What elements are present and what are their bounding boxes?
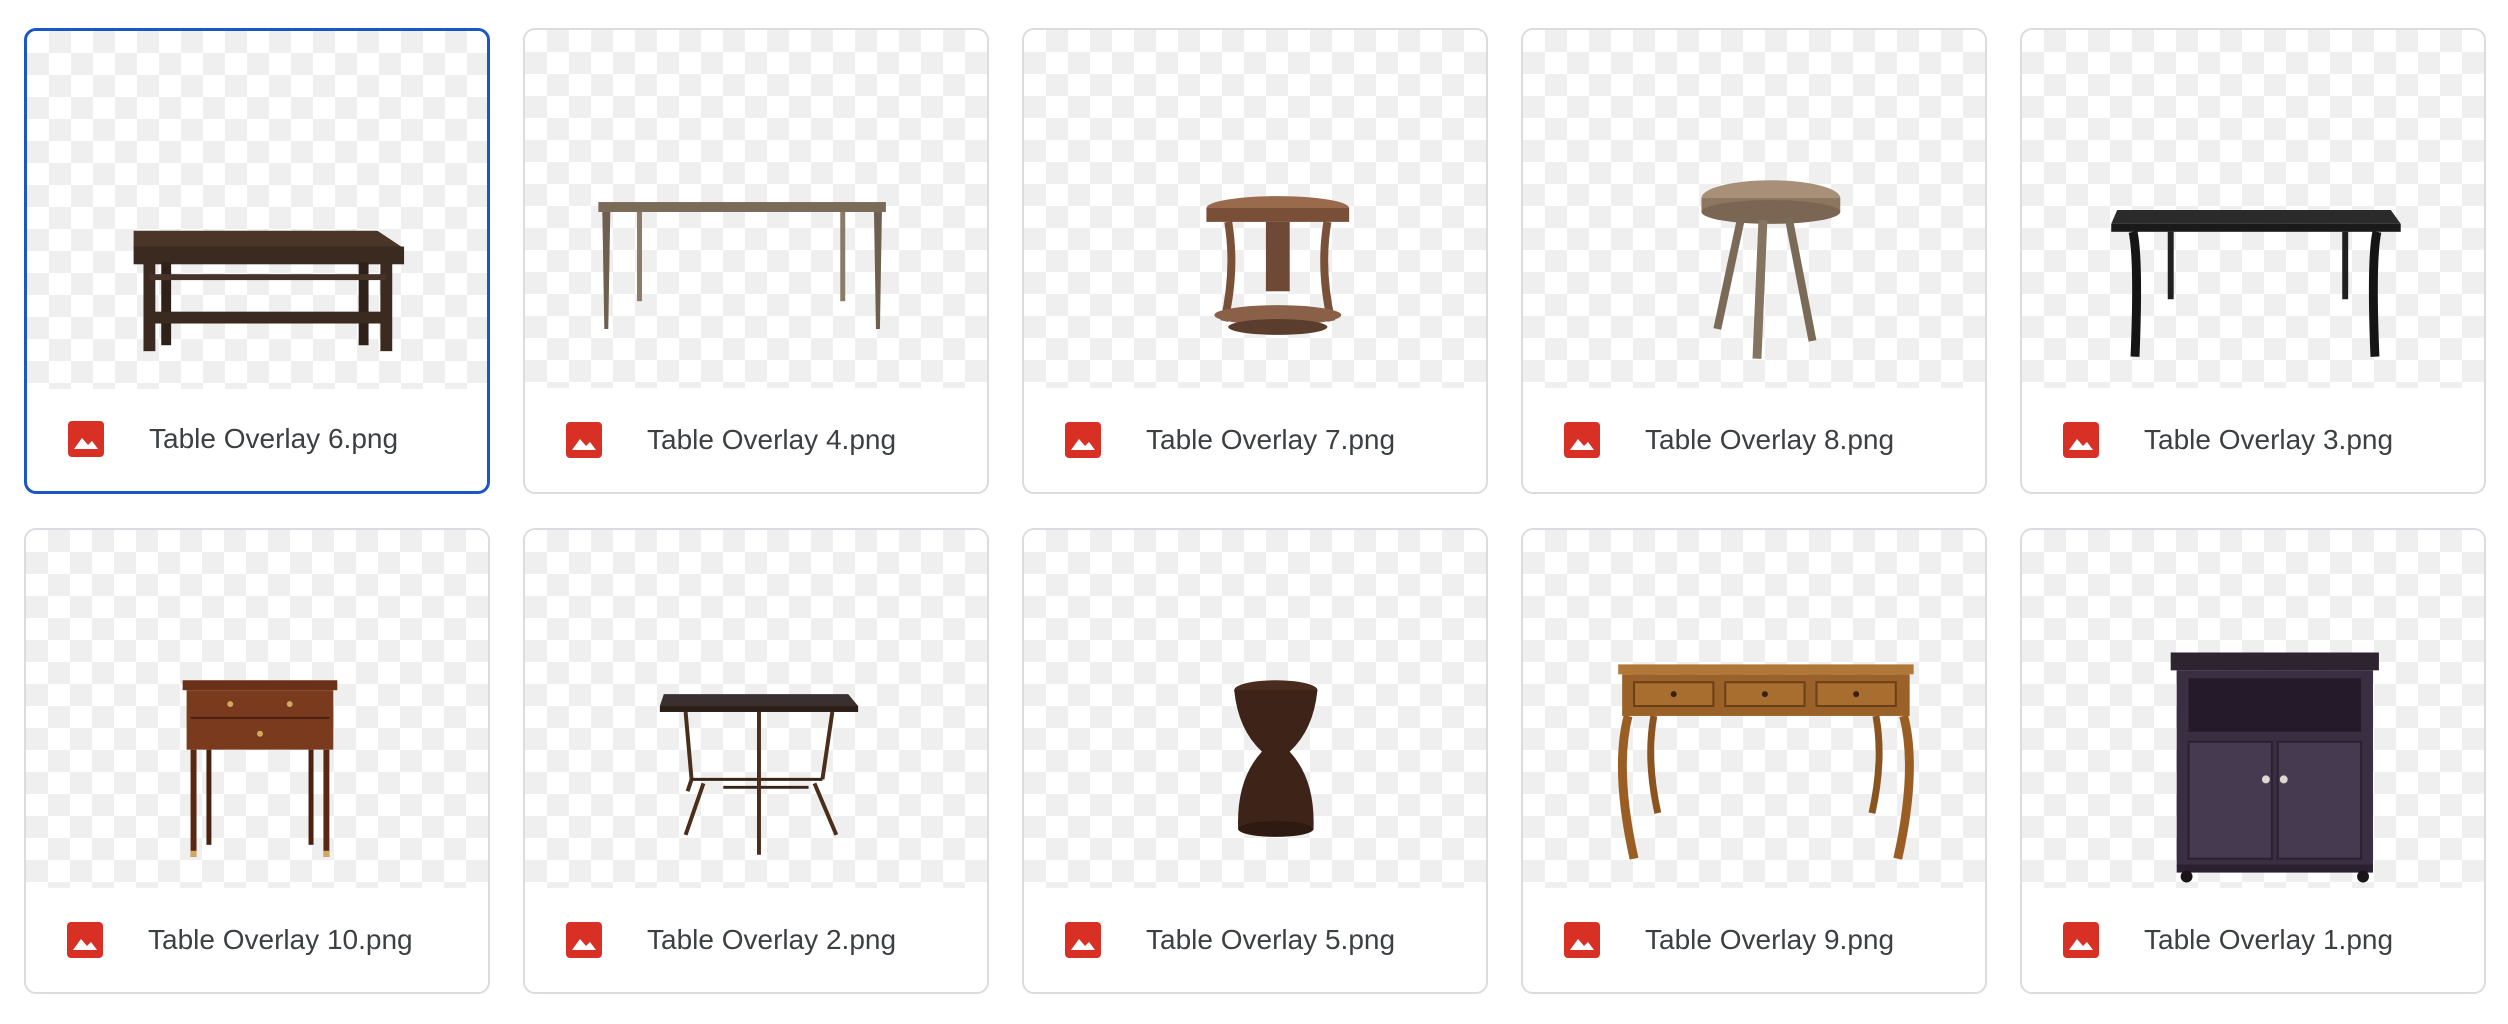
- file-card[interactable]: Table Overlay 6.png: [24, 28, 490, 494]
- file-name: Table Overlay 9.png: [1645, 924, 1895, 955]
- file-footer: Table Overlay 3.png: [2022, 386, 2484, 492]
- file-card[interactable]: Table Overlay 5.png: [1022, 528, 1488, 994]
- file-name: Table Overlay 7.png: [1146, 424, 1396, 455]
- drum-stool-image: [1234, 680, 1318, 837]
- image-file-icon: [2063, 422, 2099, 458]
- pedestal-table-image: [1206, 196, 1350, 335]
- file-card[interactable]: Table Overlay 10.png: [24, 528, 490, 994]
- file-grid: Table Overlay 6.png Table Overlay 4.png: [24, 28, 2486, 994]
- file-thumbnail: [1523, 530, 1985, 888]
- image-file-icon: [1564, 922, 1600, 958]
- file-footer: Table Overlay 2.png: [525, 886, 987, 992]
- bistro-table-image: [659, 694, 859, 855]
- file-name: Table Overlay 6.png: [149, 423, 399, 454]
- file-thumbnail: [525, 530, 987, 888]
- black-table-image: [2111, 209, 2401, 357]
- file-card[interactable]: Table Overlay 9.png: [1521, 528, 1987, 994]
- file-thumbnail: [1024, 30, 1486, 388]
- image-file-icon: [67, 922, 103, 958]
- side-table-image: [182, 680, 338, 857]
- file-card[interactable]: Table Overlay 2.png: [523, 528, 989, 994]
- file-footer: Table Overlay 8.png: [1523, 386, 1985, 492]
- image-file-icon: [566, 422, 602, 458]
- file-footer: Table Overlay 5.png: [1024, 886, 1486, 992]
- file-card[interactable]: Table Overlay 1.png: [2020, 528, 2486, 994]
- file-card[interactable]: Table Overlay 4.png: [523, 28, 989, 494]
- image-file-icon: [566, 922, 602, 958]
- file-thumbnail: [1523, 30, 1985, 388]
- long-table-image: [598, 202, 886, 329]
- file-thumbnail: [1024, 530, 1486, 888]
- file-thumbnail: [27, 31, 487, 389]
- file-footer: Table Overlay 6.png: [27, 385, 487, 491]
- file-footer: Table Overlay 7.png: [1024, 386, 1486, 492]
- image-file-icon: [68, 421, 104, 457]
- image-file-icon: [2063, 922, 2099, 958]
- stool-image: [1701, 180, 1841, 359]
- image-file-icon: [1564, 422, 1600, 458]
- file-name: Table Overlay 8.png: [1645, 424, 1895, 455]
- file-footer: Table Overlay 4.png: [525, 386, 987, 492]
- file-name: Table Overlay 10.png: [148, 924, 413, 955]
- image-file-icon: [1065, 922, 1101, 958]
- writing-desk-image: [1617, 664, 1914, 860]
- file-card[interactable]: Table Overlay 8.png: [1521, 28, 1987, 494]
- image-file-icon: [1065, 422, 1101, 458]
- cabinet-image: [2170, 652, 2379, 883]
- file-footer: Table Overlay 9.png: [1523, 886, 1985, 992]
- file-name: Table Overlay 4.png: [647, 424, 897, 455]
- file-thumbnail: [2022, 30, 2484, 388]
- file-name: Table Overlay 5.png: [1146, 924, 1396, 955]
- file-name: Table Overlay 1.png: [2144, 924, 2394, 955]
- file-thumbnail: [2022, 530, 2484, 888]
- file-footer: Table Overlay 1.png: [2022, 886, 2484, 992]
- coffee-table-image: [133, 230, 405, 352]
- file-card[interactable]: Table Overlay 7.png: [1022, 28, 1488, 494]
- file-footer: Table Overlay 10.png: [26, 886, 488, 992]
- file-name: Table Overlay 2.png: [647, 924, 897, 955]
- file-card[interactable]: Table Overlay 3.png: [2020, 28, 2486, 494]
- file-name: Table Overlay 3.png: [2144, 424, 2394, 455]
- file-thumbnail: [525, 30, 987, 388]
- file-thumbnail: [26, 530, 488, 888]
